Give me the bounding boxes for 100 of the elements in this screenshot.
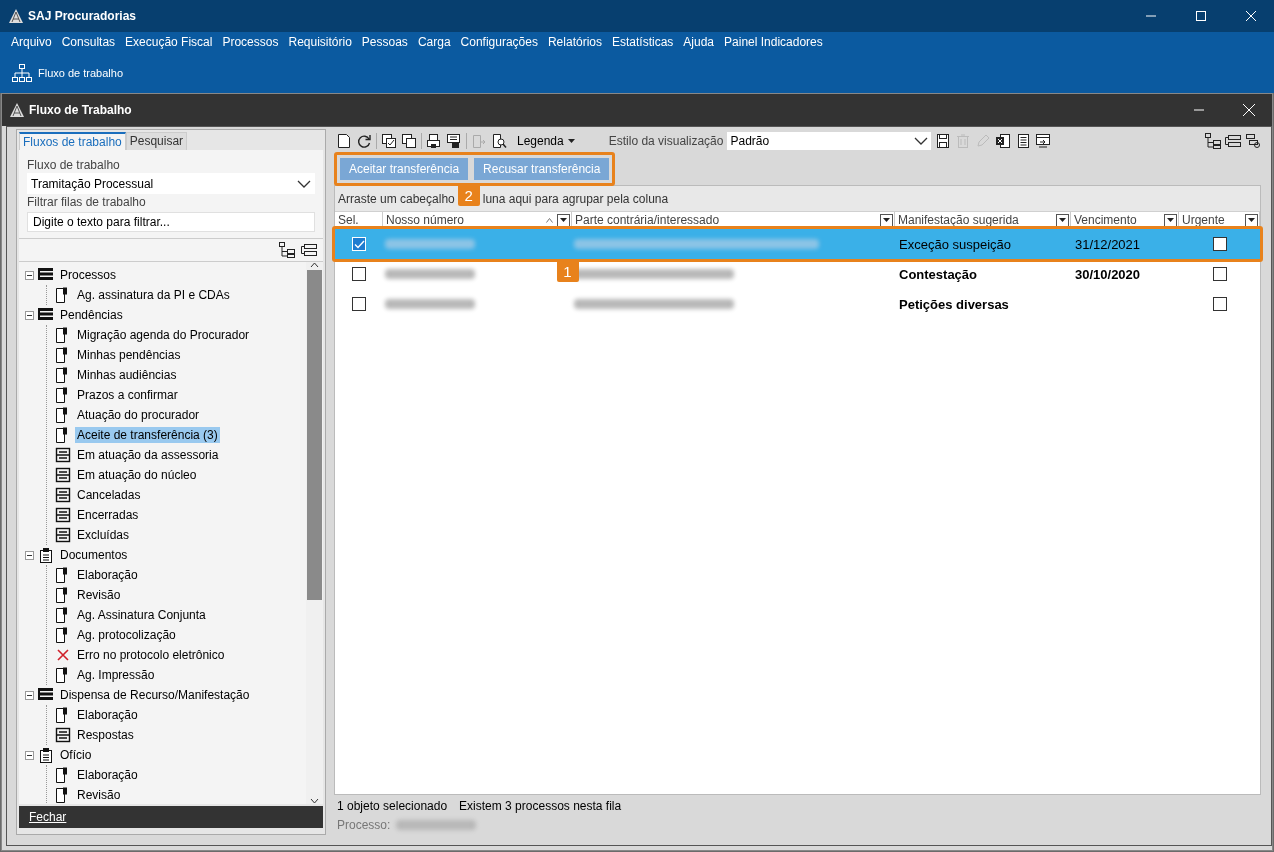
menu-item[interactable]: Ajuda [683, 35, 715, 52]
menu-item[interactable]: Requisitório [288, 35, 352, 52]
tree-item[interactable]: Elaboração [75, 767, 140, 783]
urgent-checkbox[interactable] [1212, 267, 1227, 281]
menu-item[interactable]: Processos [222, 35, 279, 52]
collapse-toggle[interactable] [25, 270, 34, 280]
column-header[interactable]: Manifestação sugerida [895, 212, 1071, 228]
menu-item[interactable]: Carga [417, 35, 451, 52]
tree-item[interactable]: Ag. assinatura da PI e CDAs [75, 287, 232, 303]
tree-item[interactable]: Canceladas [75, 487, 143, 503]
export-icon[interactable] [446, 133, 462, 149]
tree-item[interactable]: Atuação do procurador [75, 407, 202, 423]
document-list-icon[interactable] [1015, 133, 1032, 149]
tree-item[interactable]: Ag. protocolização [75, 627, 178, 643]
menu-item[interactable]: Pessoas [361, 35, 408, 52]
menu-item[interactable]: Execução Fiscal [125, 35, 213, 52]
collapse-toggle[interactable] [25, 750, 34, 760]
collapse-toggle[interactable] [25, 550, 34, 560]
workflow-ribbon-button[interactable]: Fluxo de trabalho [12, 63, 123, 82]
table-row[interactable]: Exceção suspeição 31/12/2021 [335, 229, 1260, 259]
excel-icon[interactable] [995, 133, 1012, 149]
column-filter-button[interactable] [1056, 213, 1069, 227]
tree-item[interactable]: Erro no protocolo eletrônico [75, 647, 227, 663]
scrollbar[interactable] [306, 262, 323, 804]
tree-item[interactable]: Respostas [75, 727, 136, 743]
column-header[interactable]: Parte contrária/interessado [572, 212, 895, 228]
column-filter-button[interactable] [880, 213, 893, 227]
urgent-checkbox[interactable] [1212, 297, 1227, 311]
tree-item[interactable]: Revisão [75, 587, 123, 603]
close-panel-button[interactable]: Fechar [19, 806, 323, 828]
menu-item[interactable]: Consultas [61, 35, 116, 52]
tree-item[interactable]: Documentos [58, 547, 130, 563]
panel-tab[interactable]: Pesquisar [125, 132, 188, 150]
collapse-toggle[interactable] [25, 690, 34, 700]
menu-item[interactable]: Arquivo [11, 35, 52, 52]
save-icon[interactable] [935, 133, 952, 149]
row-checkbox[interactable] [352, 267, 366, 281]
workflow-dropdown[interactable]: Tramitação Processual [27, 173, 315, 194]
layout-settings-icon[interactable] [1245, 133, 1261, 149]
field-label: Estilo da visualização [608, 134, 724, 148]
step-number-badge: 1 [556, 260, 579, 282]
select-all-icon[interactable] [381, 133, 397, 149]
tree-item[interactable]: Minhas pendências [75, 347, 183, 363]
column-filter-button[interactable] [557, 213, 570, 227]
tree-item[interactable]: Aceite de transferência (3) [75, 427, 220, 443]
legend-dropdown[interactable]: Legenda [517, 134, 575, 148]
new-document-icon[interactable] [336, 133, 352, 149]
column-header[interactable]: Sel. [335, 212, 383, 228]
menu-item[interactable]: Relatórios [547, 35, 602, 52]
deselect-icon[interactable] [401, 133, 417, 149]
refresh-icon[interactable] [356, 133, 372, 149]
tree-item[interactable]: Dispensa de Recurso/Manifestação [58, 687, 252, 703]
collapse-tree-icon[interactable] [1225, 133, 1241, 149]
table-cell-text: 31/12/2021 [1074, 236, 1142, 252]
menu-item[interactable]: Estatísticas [612, 35, 674, 52]
status-text: 1 objeto selecionado [337, 799, 448, 815]
collapse-toggle[interactable] [25, 310, 34, 320]
sort-ascending-icon [546, 217, 553, 223]
caret-icon [1248, 218, 1255, 222]
tree-item[interactable]: Minhas audiências [75, 367, 179, 383]
tree-item[interactable]: Ofício [58, 747, 94, 763]
urgent-checkbox[interactable] [1212, 237, 1227, 251]
expand-tree-icon[interactable] [279, 242, 295, 258]
expand-tree-icon[interactable] [1205, 133, 1221, 149]
column-filter-button[interactable] [1164, 213, 1177, 227]
panel-tab[interactable]: Fluxos de trabalho [19, 132, 126, 150]
tree-item[interactable]: Ag. Assinatura Conjunta [75, 607, 208, 623]
tree-item[interactable]: Elaboração [75, 567, 140, 583]
cabinet-icon [55, 467, 71, 483]
column-header[interactable]: Nosso número [383, 212, 572, 228]
field-label: Processo: [337, 818, 391, 832]
tree-item[interactable]: Ag. Impressão [75, 667, 157, 683]
tree-item[interactable]: Elaboração [75, 707, 140, 723]
column-header[interactable]: Vencimento [1071, 212, 1179, 228]
menu-item[interactable]: Painel Indicadores [724, 35, 823, 52]
column-filter-button[interactable] [1245, 213, 1258, 227]
table-cell-text: 30/10/2020 [1074, 266, 1142, 282]
tree-item[interactable]: Em atuação da assessoria [75, 447, 221, 463]
row-checkbox[interactable] [352, 297, 366, 311]
view-style-dropdown[interactable]: Padrão [727, 132, 932, 150]
search-document-icon[interactable] [491, 133, 507, 149]
print-icon[interactable] [426, 133, 442, 149]
menu-item[interactable]: Configurações [460, 35, 538, 52]
tree-item[interactable]: Processos [58, 267, 119, 283]
column-header[interactable]: Urgente [1179, 212, 1260, 228]
tree-item[interactable]: Encerradas [75, 507, 141, 523]
scrollbar-thumb[interactable] [307, 270, 322, 600]
scroll-down-icon[interactable] [310, 798, 319, 804]
tree-item[interactable]: Revisão [75, 787, 123, 803]
window-export-icon[interactable] [1035, 133, 1052, 149]
tree-item[interactable]: Excluídas [75, 527, 132, 543]
tree-item[interactable]: Pendências [58, 307, 125, 323]
app-logo-icon [8, 8, 24, 24]
table-cell-text: Exceção suspeição [898, 236, 1012, 252]
collapse-tree-icon[interactable] [301, 242, 317, 258]
tree-item[interactable]: Prazos a confirmar [75, 387, 180, 403]
tree-item[interactable]: Em atuação do núcleo [75, 467, 199, 483]
filter-field[interactable]: Digite o texto para filtrar... [27, 212, 315, 232]
tree-item[interactable]: Migração agenda do Procurador [75, 327, 252, 343]
scroll-up-icon[interactable] [310, 262, 319, 268]
